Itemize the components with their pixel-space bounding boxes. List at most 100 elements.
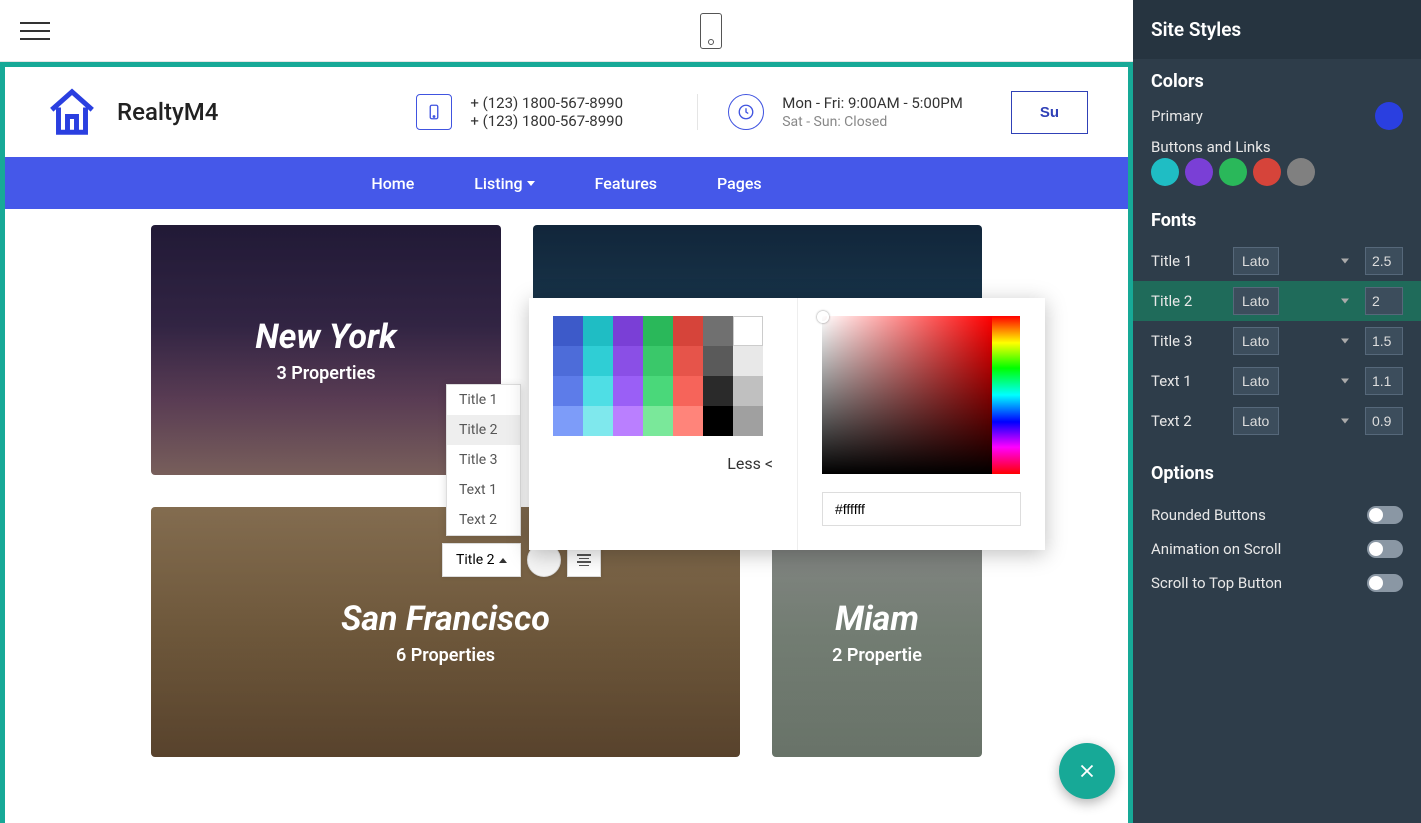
card-title: Miam — [835, 599, 919, 639]
font-family-select[interactable]: Lato — [1233, 327, 1279, 355]
color-swatch[interactable] — [673, 316, 703, 346]
color-swatch[interactable] — [613, 406, 643, 436]
color-swatch[interactable] — [673, 346, 703, 376]
color-swatch[interactable] — [733, 346, 763, 376]
color-swatch[interactable] — [613, 316, 643, 346]
dropdown-item-text2[interactable]: Text 2 — [447, 505, 520, 535]
hours-sub: Sat - Sun: Closed — [782, 114, 963, 130]
dropdown-item-title1[interactable]: Title 1 — [447, 385, 520, 415]
scroll-top-toggle[interactable] — [1367, 574, 1403, 592]
font-row: Title 2 Lato — [1133, 281, 1421, 321]
color-swatch[interactable] — [703, 406, 733, 436]
color-swatch[interactable] — [583, 346, 613, 376]
color-swatch[interactable] — [553, 316, 583, 346]
dropdown-item-title3[interactable]: Title 3 — [447, 445, 520, 475]
colors-heading: Colors — [1151, 71, 1403, 92]
color-swatch[interactable] — [583, 376, 613, 406]
nav-home[interactable]: Home — [371, 174, 414, 193]
font-size-input[interactable] — [1365, 287, 1403, 315]
card-title: San Francisco — [341, 599, 550, 639]
font-family-select[interactable]: Lato — [1233, 287, 1279, 315]
phone-2[interactable]: + (123) 1800-567-8990 — [470, 112, 623, 130]
color-swatch[interactable] — [553, 406, 583, 436]
cta-button[interactable]: Su — [1011, 91, 1088, 134]
card-title: New York — [255, 317, 396, 357]
site-header: RealtyM4 + (123) 1800-567-8990 + (123) 1… — [5, 67, 1128, 157]
animation-scroll-toggle[interactable] — [1367, 540, 1403, 558]
color-swatch[interactable] — [583, 406, 613, 436]
panel-title: Site Styles — [1133, 0, 1421, 59]
color-swatch[interactable] — [613, 376, 643, 406]
site-nav: Home Listing Features Pages — [5, 157, 1128, 209]
brand-name[interactable]: RealtyM4 — [117, 98, 218, 126]
primary-label: Primary — [1151, 107, 1203, 125]
sv-handle[interactable] — [817, 311, 829, 323]
close-panel-fab[interactable] — [1059, 743, 1115, 799]
nav-pages[interactable]: Pages — [717, 174, 762, 193]
hours-main: Mon - Fri: 9:00AM - 5:00PM — [782, 94, 963, 112]
color-swatch[interactable] — [733, 406, 763, 436]
color-swatch[interactable] — [643, 376, 673, 406]
color-swatch[interactable] — [613, 346, 643, 376]
font-family-select[interactable]: Lato — [1233, 367, 1279, 395]
color-swatch[interactable] — [643, 406, 673, 436]
font-row: Text 1 Lato — [1133, 361, 1421, 401]
scroll-top-label: Scroll to Top Button — [1151, 574, 1282, 592]
color-swatch[interactable] — [643, 346, 673, 376]
hue-strip[interactable] — [992, 316, 1020, 474]
font-label: Text 1 — [1151, 372, 1227, 390]
color-swatch[interactable] — [673, 376, 703, 406]
font-size-input[interactable] — [1365, 407, 1403, 435]
color-swatch[interactable] — [643, 316, 673, 346]
text-style-dropdown: Title 1 Title 2 Title 3 Text 1 Text 2 — [446, 384, 521, 536]
hours-block: Mon - Fri: 9:00AM - 5:00PM Sat - Sun: Cl… — [697, 94, 993, 130]
options-heading: Options — [1151, 463, 1403, 484]
color-swatch[interactable] — [553, 376, 583, 406]
rounded-buttons-label: Rounded Buttons — [1151, 506, 1266, 524]
button-color-swatch[interactable] — [1185, 158, 1213, 186]
nav-features[interactable]: Features — [595, 174, 657, 193]
font-label: Title 2 — [1151, 292, 1227, 310]
saturation-value-panel[interactable] — [822, 316, 992, 474]
hamburger-menu-icon[interactable] — [20, 22, 50, 40]
button-color-swatch[interactable] — [1219, 158, 1247, 186]
font-row: Title 1Lato — [1133, 241, 1421, 281]
phone-1[interactable]: + (123) 1800-567-8990 — [470, 94, 623, 112]
font-size-input[interactable] — [1365, 367, 1403, 395]
color-swatch[interactable] — [703, 316, 733, 346]
close-icon — [1076, 760, 1098, 782]
color-swatch[interactable] — [553, 346, 583, 376]
color-swatch[interactable] — [703, 376, 733, 406]
nav-listing[interactable]: Listing — [474, 174, 534, 193]
font-row: Text 2 Lato — [1133, 401, 1421, 441]
button-color-swatch[interactable] — [1287, 158, 1315, 186]
button-color-swatch[interactable] — [1151, 158, 1179, 186]
font-label: Text 2 — [1151, 412, 1227, 430]
less-toggle[interactable]: Less < — [553, 454, 773, 473]
button-color-swatch[interactable] — [1253, 158, 1281, 186]
font-size-input[interactable] — [1365, 327, 1403, 355]
dropdown-item-text1[interactable]: Text 1 — [447, 475, 520, 505]
align-center-icon — [577, 554, 591, 566]
house-logo-icon — [45, 85, 99, 139]
color-swatch[interactable] — [703, 346, 733, 376]
primary-color-swatch[interactable] — [1375, 102, 1403, 130]
color-swatch[interactable] — [583, 316, 613, 346]
font-family-select[interactable]: Lato — [1233, 247, 1279, 275]
color-swatch[interactable] — [733, 316, 763, 346]
buttons-links-label: Buttons and Links — [1151, 138, 1403, 156]
custom-color-panel — [798, 298, 1045, 550]
mobile-device-icon[interactable] — [700, 13, 722, 49]
font-size-input[interactable] — [1365, 247, 1403, 275]
chevron-down-icon — [527, 181, 535, 186]
phone-block: + (123) 1800-567-8990 + (123) 1800-567-8… — [386, 94, 653, 130]
color-swatch[interactable] — [733, 376, 763, 406]
rounded-buttons-toggle[interactable] — [1367, 506, 1403, 524]
color-swatch[interactable] — [673, 406, 703, 436]
phone-icon — [416, 94, 452, 130]
dropdown-item-title2[interactable]: Title 2 — [447, 415, 520, 445]
text-style-selector[interactable]: Title 2 — [442, 543, 521, 577]
hex-input[interactable] — [822, 492, 1021, 526]
font-family-select[interactable]: Lato — [1233, 407, 1279, 435]
card-subtitle: 6 Properties — [396, 645, 495, 666]
